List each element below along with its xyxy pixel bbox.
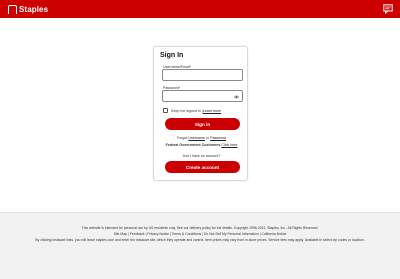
password-field[interactable] — [162, 90, 243, 102]
forgot-username-link[interactable]: Username — [188, 136, 205, 140]
federal-click-here-link[interactable]: Click here — [221, 143, 237, 147]
sign-in-card: Sign In Username/Email* Password* Keep m… — [153, 46, 248, 181]
footer-links[interactable]: Site Map | Feedback | Privacy Notice | T… — [0, 232, 400, 236]
keep-signed-in-label: Keep me signed in — [171, 108, 201, 113]
forgot-password-link[interactable]: Password — [210, 136, 226, 140]
forgot-credentials-row: Forgot Username or Password — [177, 136, 226, 140]
chat-icon[interactable] — [383, 4, 393, 14]
page-footer: This website is intended for personal us… — [0, 212, 400, 279]
top-header-bar: Staples — [0, 0, 400, 18]
keep-signed-in-checkbox[interactable] — [163, 108, 168, 113]
staples-logo[interactable]: Staples — [8, 4, 48, 14]
footer-instacart-notice: By clicking Instacart links, you will le… — [35, 238, 365, 242]
footer-disclaimer: This website is intended for personal us… — [81, 226, 319, 230]
create-account-button[interactable]: Create account — [165, 161, 240, 173]
staples-logo-icon — [8, 4, 17, 14]
username-field[interactable] — [162, 69, 243, 81]
federal-customers-row: Federal Government Customers Click here — [165, 143, 238, 147]
learn-more-link[interactable]: Learn more — [203, 109, 221, 113]
no-account-text: Don't have an account? — [182, 154, 221, 158]
sign-in-button[interactable]: Sign in — [165, 118, 240, 130]
keep-signed-in-row: Keep me signed in | Learn more — [163, 108, 221, 113]
sign-in-title: Sign In — [160, 52, 184, 59]
show-password-eye-icon[interactable] — [234, 95, 239, 99]
staples-logo-text: Staples — [19, 4, 49, 14]
